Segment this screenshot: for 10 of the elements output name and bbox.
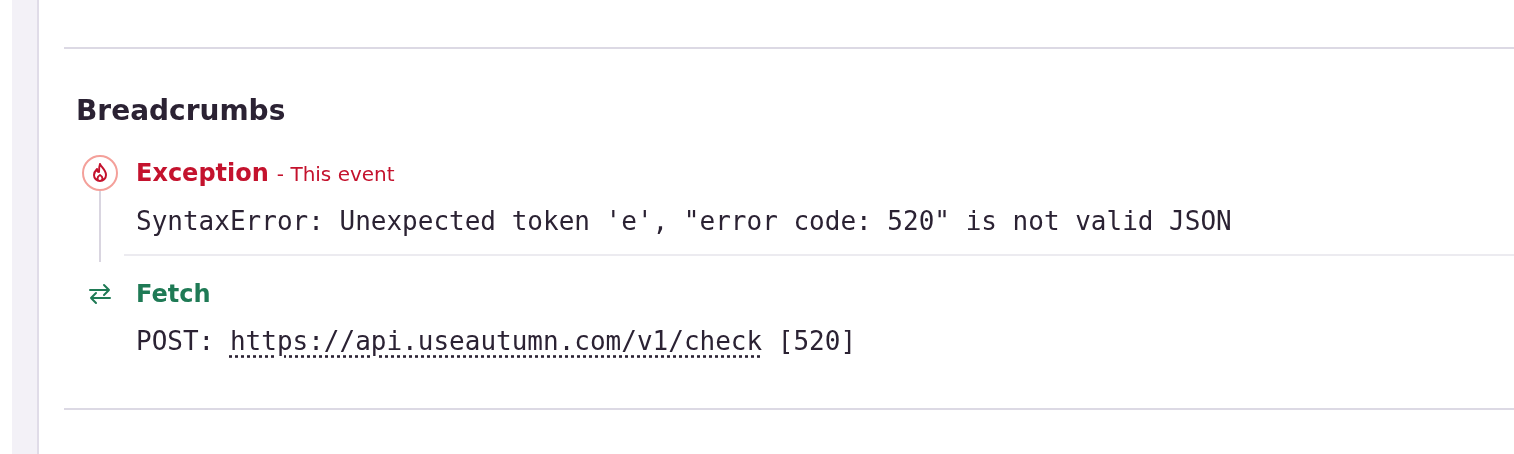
breadcrumb-title: Exception: [136, 158, 269, 188]
breadcrumb-message: SyntaxError: Unexpected token 'e', "error code: 520" is not valid JSON: [136, 206, 1232, 236]
section-heading: Breadcrumbs: [75, 93, 287, 128]
status-code: [520]: [777, 326, 857, 356]
flame-icon: [92, 163, 108, 183]
transfer-arrows-icon: [88, 283, 112, 305]
request-method: POST:: [136, 326, 215, 356]
request-url-link[interactable]: https://api.useautumn.com/v1/check: [229, 326, 763, 356]
breadcrumb-subtitle: - This event: [276, 161, 395, 188]
breadcrumb-title: Fetch: [136, 279, 211, 309]
